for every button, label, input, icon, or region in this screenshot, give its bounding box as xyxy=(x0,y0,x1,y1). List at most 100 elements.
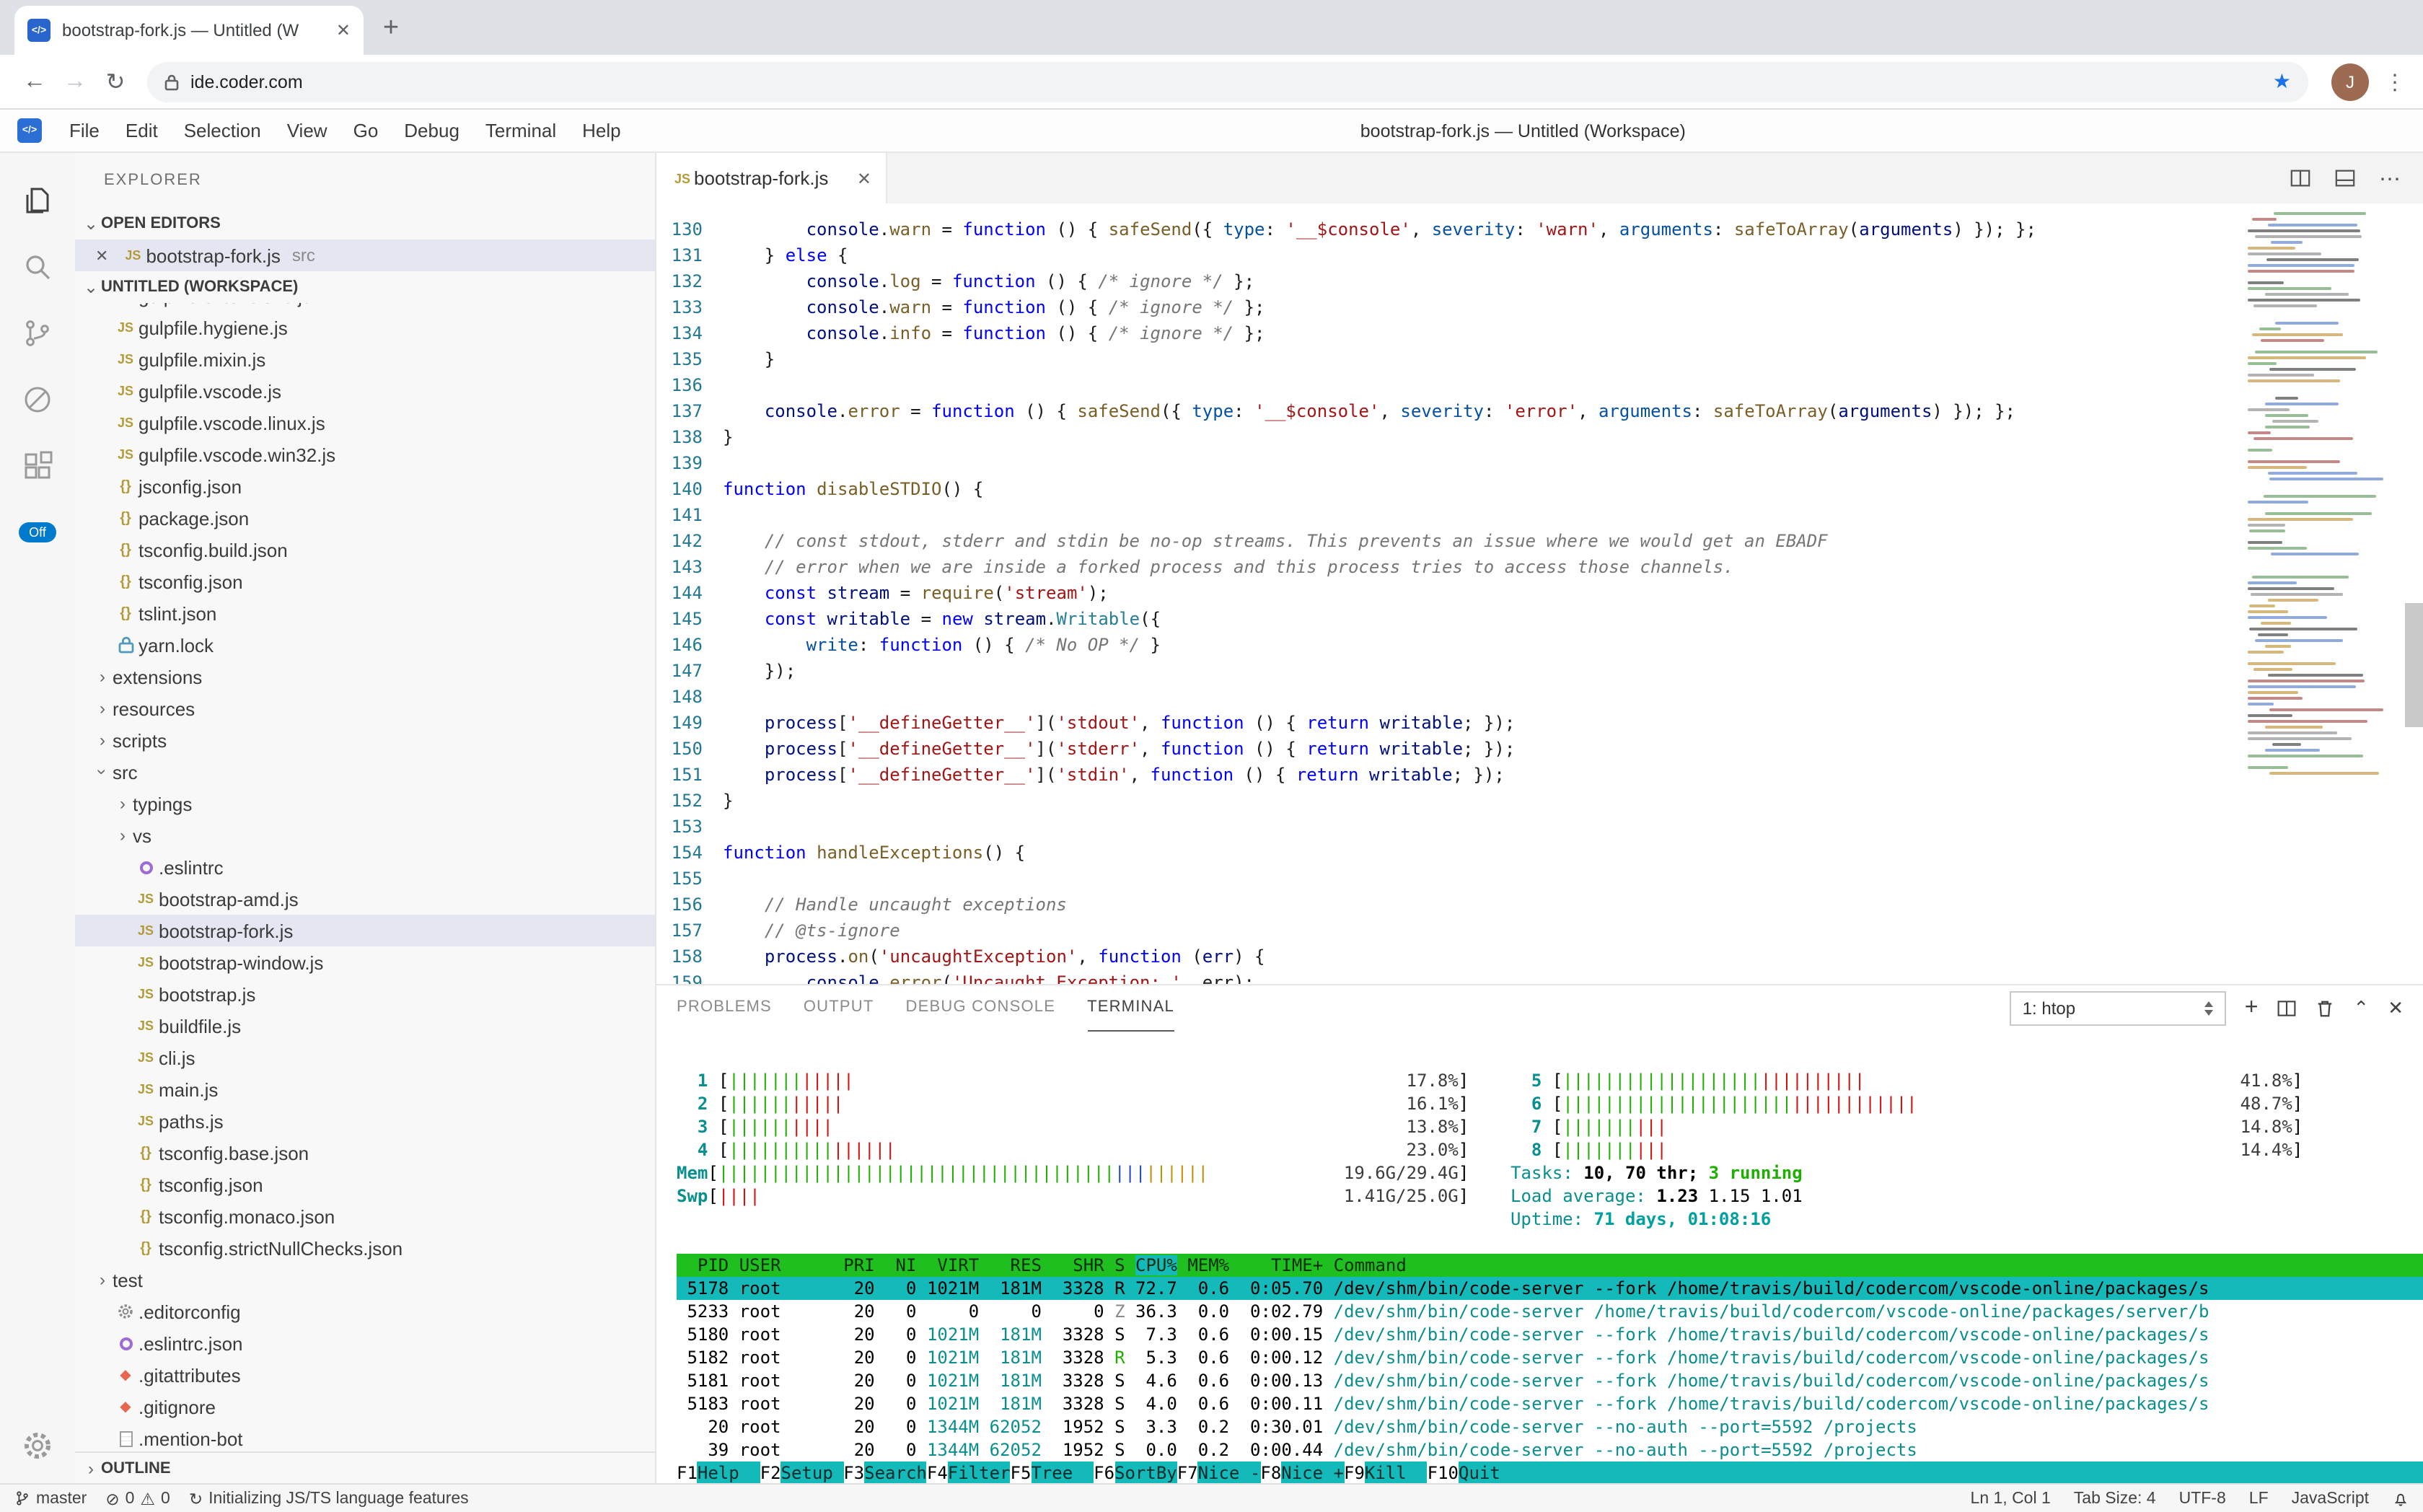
process-row-20[interactable]: 20 root 20 0 1344M 62052 1952 S 3.3 0.2 … xyxy=(677,1415,2423,1438)
tree-item-gulpfile.hygiene.js[interactable]: JSgulpfile.hygiene.js xyxy=(75,312,655,343)
forward-button[interactable]: → xyxy=(55,69,95,94)
fkey-label-F6[interactable]: SortBy xyxy=(1114,1462,1177,1483)
back-button[interactable]: ← xyxy=(14,69,55,94)
tree-item-bootstrap-fork.js[interactable]: JSbootstrap-fork.js xyxy=(75,915,655,946)
tree-item-tsconfig.monaco.json[interactable]: {}tsconfig.monaco.json xyxy=(75,1200,655,1232)
tree-item-gulpfile.vscode.js[interactable]: JSgulpfile.vscode.js xyxy=(75,375,655,407)
encoding[interactable]: UTF-8 xyxy=(2179,1490,2226,1507)
tree-item-gulpfile.vscode.win32.js[interactable]: JSgulpfile.vscode.win32.js xyxy=(75,439,655,470)
menu-debug[interactable]: Debug xyxy=(391,120,472,141)
tree-item-buildfile.js[interactable]: JSbuildfile.js xyxy=(75,1010,655,1042)
cursor-position[interactable]: Ln 1, Col 1 xyxy=(1971,1490,2051,1507)
tree-item-src[interactable]: ›src xyxy=(75,756,655,788)
close-panel-icon[interactable]: ✕ xyxy=(2388,997,2404,1020)
open-editors-header[interactable]: ⌄ OPEN EDITORS xyxy=(75,208,655,239)
language-mode[interactable]: JavaScript xyxy=(2292,1490,2369,1507)
fkey-F5[interactable]: F5 xyxy=(1011,1462,1032,1483)
tree-item-test[interactable]: ›test xyxy=(75,1264,655,1296)
menu-edit[interactable]: Edit xyxy=(113,120,171,141)
fkey-label-F7[interactable]: Nice - xyxy=(1198,1462,1261,1483)
tree-item-package.json[interactable]: {}package.json xyxy=(75,502,655,534)
fkey-label-F10[interactable]: Quit xyxy=(1459,1462,1521,1483)
fkey-label-F1[interactable]: Help xyxy=(698,1462,760,1483)
fkey-F1[interactable]: F1 xyxy=(677,1462,698,1483)
process-row-39[interactable]: 39 root 20 0 1344M 62052 1952 S 0.0 0.2 … xyxy=(677,1438,2423,1462)
split-terminal-icon[interactable] xyxy=(2277,998,2297,1019)
tree-item-.eslintrc[interactable]: .eslintrc xyxy=(75,851,655,883)
more-actions-icon[interactable]: ⋯ xyxy=(2379,165,2401,191)
fkey-label-F8[interactable]: Nice + xyxy=(1281,1462,1344,1483)
panel-tab-debug-console[interactable]: DEBUG CONSOLE xyxy=(906,985,1056,1032)
problems-status[interactable]: ⊘ 0 ⚠ 0 xyxy=(105,1488,170,1508)
fkey-F4[interactable]: F4 xyxy=(927,1462,948,1483)
tree-item-gulpfile.extensions.js[interactable]: JSgulpfile.extensions.js xyxy=(75,303,655,312)
tree-item-.gitignore[interactable]: ◆.gitignore xyxy=(75,1391,655,1423)
reload-button[interactable]: ↻ xyxy=(95,67,136,96)
tree-item-cli.js[interactable]: JScli.js xyxy=(75,1042,655,1073)
menu-selection[interactable]: Selection xyxy=(171,120,274,141)
tree-item-tsconfig.json[interactable]: {}tsconfig.json xyxy=(75,1169,655,1200)
tree-item-.eslintrc.json[interactable]: .eslintrc.json xyxy=(75,1327,655,1359)
editor-layout-icon[interactable] xyxy=(2334,167,2356,189)
debug-activity-button[interactable] xyxy=(6,366,69,433)
source-control-activity-button[interactable] xyxy=(6,300,69,366)
git-branch-status[interactable]: master xyxy=(14,1489,87,1508)
search-activity-button[interactable] xyxy=(6,234,69,300)
menu-go[interactable]: Go xyxy=(340,120,392,141)
process-row-5178[interactable]: 5178 root 20 0 1021M 181M 3328 R 72.7 0.… xyxy=(677,1277,2423,1300)
fkey-label-F9[interactable]: Kill xyxy=(1365,1462,1428,1483)
process-row-5180[interactable]: 5180 root 20 0 1021M 181M 3328 S 7.3 0.6… xyxy=(677,1323,2423,1346)
panel-tab-output[interactable]: OUTPUT xyxy=(804,985,874,1032)
fkey-label-F2[interactable]: Setup xyxy=(781,1462,844,1483)
process-row-5233[interactable]: 5233 root 20 0 0 0 0 Z 36.3 0.0 0:02.79 … xyxy=(677,1300,2423,1323)
fkey-label-F5[interactable]: Tree xyxy=(1031,1462,1094,1483)
tree-item-scripts[interactable]: ›scripts xyxy=(75,724,655,756)
fkey-F9[interactable]: F9 xyxy=(1344,1462,1365,1483)
close-icon[interactable]: ✕ xyxy=(95,246,108,265)
fkey-F6[interactable]: F6 xyxy=(1094,1462,1114,1483)
tree-item-paths.js[interactable]: JSpaths.js xyxy=(75,1105,655,1137)
kill-terminal-trash-icon[interactable] xyxy=(2316,998,2334,1019)
tree-item-yarn.lock[interactable]: yarn.lock xyxy=(75,629,655,661)
chevron-right-icon[interactable]: › xyxy=(92,667,113,687)
fkey-label-F4[interactable]: Filter xyxy=(948,1462,1011,1483)
new-tab-button[interactable]: + xyxy=(369,7,413,50)
tree-item-tslint.json[interactable]: {}tslint.json xyxy=(75,597,655,629)
browser-tab[interactable]: </> bootstrap-fork.js — Untitled (W ✕ xyxy=(14,6,364,55)
new-terminal-icon[interactable]: + xyxy=(2245,995,2259,1021)
fkey-F3[interactable]: F3 xyxy=(843,1462,864,1483)
workspace-section-header[interactable]: ⌄ UNTITLED (WORKSPACE) xyxy=(75,271,655,303)
tree-item-gulpfile.vscode.linux.js[interactable]: JSgulpfile.vscode.linux.js xyxy=(75,407,655,439)
minimap[interactable] xyxy=(2245,203,2401,984)
tree-item-resources[interactable]: ›resources xyxy=(75,693,655,724)
tree-item-vs[interactable]: ›vs xyxy=(75,819,655,851)
tree-item-bootstrap-amd.js[interactable]: JSbootstrap-amd.js xyxy=(75,883,655,915)
avatar[interactable]: J xyxy=(2331,63,2369,100)
chevron-right-icon[interactable]: › xyxy=(113,794,133,814)
tree-item-.mention-bot[interactable]: .mention-bot xyxy=(75,1423,655,1451)
tree-item-jsconfig.json[interactable]: {}jsconfig.json xyxy=(75,470,655,502)
off-badge[interactable]: Off xyxy=(19,522,56,542)
manage-button[interactable] xyxy=(20,1428,55,1463)
tab-size[interactable]: Tab Size: 4 xyxy=(2074,1490,2156,1507)
tab-close-icon[interactable]: ✕ xyxy=(336,20,351,40)
fkey-F7[interactable]: F7 xyxy=(1177,1462,1198,1483)
terminal-select[interactable]: 1: htop xyxy=(2010,991,2226,1026)
tree-item-tsconfig.base.json[interactable]: {}tsconfig.base.json xyxy=(75,1137,655,1169)
tree-item-bootstrap.js[interactable]: JSbootstrap.js xyxy=(75,978,655,1010)
process-row-5181[interactable]: 5181 root 20 0 1021M 181M 3328 S 4.6 0.6… xyxy=(677,1369,2423,1392)
chevron-right-icon[interactable]: › xyxy=(92,730,113,750)
terminal[interactable]: 1 [|||||||||||| 17.8%] 5 [||||||||||||||… xyxy=(656,1032,2423,1483)
menu-help[interactable]: Help xyxy=(569,120,634,141)
tree-item-extensions[interactable]: ›extensions xyxy=(75,661,655,693)
fkey-label-F3[interactable]: Search xyxy=(864,1462,927,1483)
editor-tab-bootstrap-fork[interactable]: JS bootstrap-fork.js ✕ xyxy=(656,153,887,203)
chevron-down-icon[interactable]: › xyxy=(92,762,113,782)
tree-item-.editorconfig[interactable]: .editorconfig xyxy=(75,1296,655,1327)
tree-item-tsconfig.build.json[interactable]: {}tsconfig.build.json xyxy=(75,534,655,566)
fkey-F2[interactable]: F2 xyxy=(760,1462,781,1483)
tree-item-tsconfig.json[interactable]: {}tsconfig.json xyxy=(75,566,655,597)
tree-item-main.js[interactable]: JSmain.js xyxy=(75,1073,655,1105)
split-editor-icon[interactable] xyxy=(2290,167,2311,189)
editor-scrollbar[interactable] xyxy=(2405,603,2423,727)
